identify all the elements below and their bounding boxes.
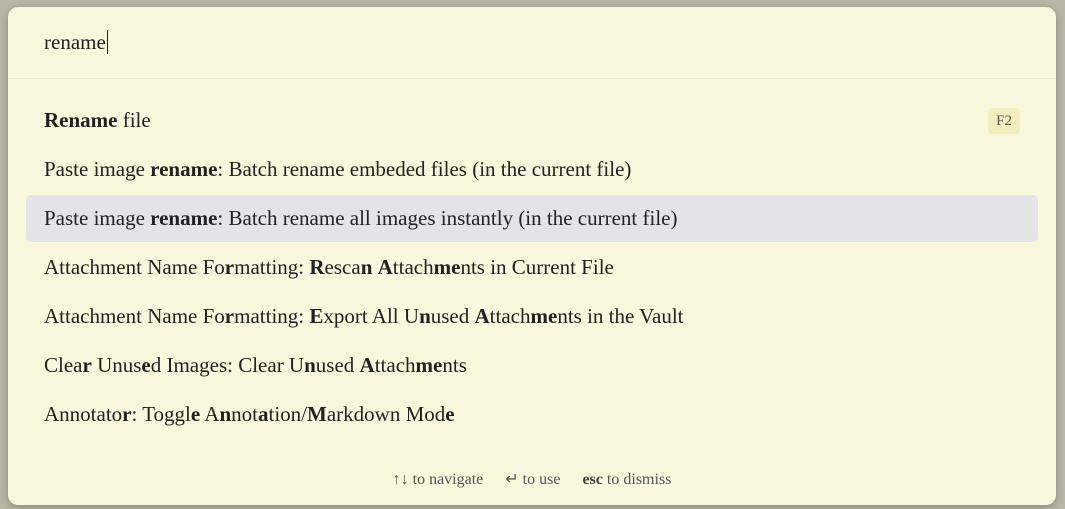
command-text: used [430,304,475,328]
command-item[interactable]: Paste image rename: Batch rename embeded… [26,146,1038,193]
use-label: to use [522,471,561,488]
match-highlight: n [360,255,373,279]
command-text: : Batch rename all images instantly (in … [217,206,678,230]
match-highlight: Rename [44,108,118,132]
match-highlight: me [415,353,443,377]
instructions-footer: ↑↓ to navigate ↵ to use esc to dismiss [8,469,1056,489]
match-highlight: e [190,402,201,426]
command-text: arkdown Mod [326,402,446,426]
use-hint: ↵ to use [505,471,560,488]
match-highlight: rename [150,157,218,181]
dismiss-label: to dismiss [606,471,672,488]
text-caret [106,30,108,54]
match-highlight: e [141,353,151,377]
match-highlight: me [530,304,558,328]
match-highlight: A [377,255,393,279]
command-text: matting: [234,255,310,279]
match-highlight: A [474,304,490,328]
command-text: tion/ [268,402,308,426]
search-bar[interactable]: rename [8,7,1056,79]
match-highlight: r [224,255,235,279]
command-item[interactable]: Clear Unused Images: Clear Unused Attach… [26,342,1038,389]
command-text: Paste image [44,206,151,230]
dismiss-hint: esc to dismiss [582,471,671,488]
command-text: nts in Current File [460,255,614,279]
command-text: Clea [44,353,83,377]
command-text: d Images: Clear U [150,353,305,377]
command-text: Unus [91,353,142,377]
command-text: xport All U [323,304,420,328]
match-highlight: e [445,402,455,426]
command-text: : Toggl [131,402,191,426]
match-highlight: rename [150,206,218,230]
command-text: Paste image [44,157,151,181]
command-text: file [117,108,151,132]
command-text: Attachment Name Fo [44,304,225,328]
command-text: Annotato [44,402,123,426]
command-text: nts [442,353,467,377]
search-input[interactable]: rename [44,30,108,55]
navigate-label: to navigate [412,471,484,488]
command-item[interactable]: Attachment Name Formatting: Export All U… [26,293,1038,340]
command-text: nts in the Vault [557,304,684,328]
command-item[interactable]: Rename file F2 [26,97,1038,144]
command-text: matting: [234,304,310,328]
match-highlight: r [82,353,92,377]
command-text: A [200,402,220,426]
navigate-hint: ↑↓ to navigate [393,471,484,488]
esc-key: esc [582,471,603,488]
match-highlight: n [304,353,316,377]
match-highlight: E [309,304,324,328]
enter-key-icon: ↵ [505,471,519,488]
command-text: ttach [392,255,434,279]
command-palette: rename Rename file F2 Paste image rename: … [8,7,1056,505]
match-highlight: a [258,402,269,426]
command-item[interactable]: Annotator: Toggle Annotation/Markdown Mo… [26,391,1038,438]
command-text: Attachment Name Fo [44,255,225,279]
match-highlight: A [359,353,375,377]
hotkey-badge: F2 [988,108,1020,134]
command-text: ttach [489,304,531,328]
match-highlight: n [419,304,431,328]
match-highlight: M [307,402,327,426]
results-list: Rename file F2 Paste image rename: Batch r… [26,97,1038,440]
match-highlight: R [309,255,325,279]
command-text: not [231,402,259,426]
match-highlight: n [219,402,232,426]
command-text: used [315,353,360,377]
match-highlight: me [433,255,461,279]
command-item[interactable]: Paste image rename: Batch rename all ima… [26,195,1038,242]
search-input-value: rename [44,30,106,54]
command-item[interactable]: Attachment Name Formatting: Rescan Attac… [26,244,1038,291]
command-text: : Batch rename embeded files (in the cur… [217,157,632,181]
match-highlight: r [224,304,235,328]
arrow-keys-icon: ↑↓ [392,471,409,488]
command-text: ttach [374,353,416,377]
command-text: esca [324,255,361,279]
